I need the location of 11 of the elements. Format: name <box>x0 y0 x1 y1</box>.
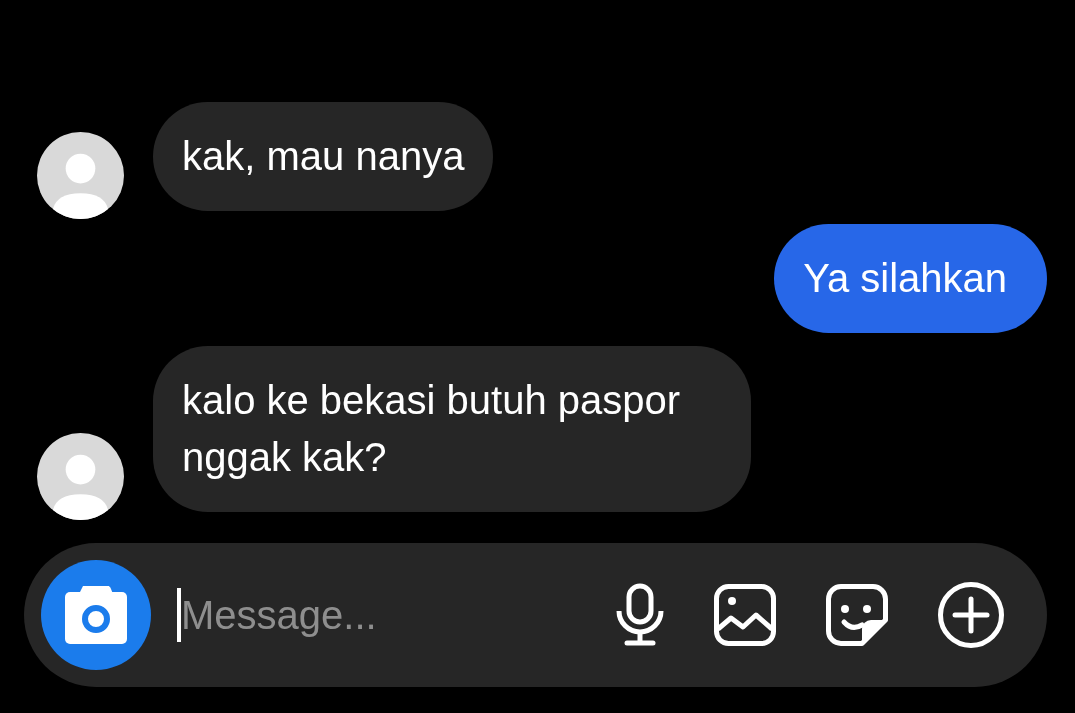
message-bubble: Ya silahkan <box>774 224 1047 333</box>
avatar-icon <box>37 433 124 520</box>
plus-icon[interactable] <box>938 582 1004 648</box>
image-icon[interactable] <box>714 584 776 646</box>
avatar-icon <box>37 132 124 219</box>
camera-icon <box>65 586 127 644</box>
message-field[interactable]: Message... <box>181 588 616 642</box>
microphone-icon[interactable] <box>616 583 664 647</box>
sticker-icon[interactable] <box>826 584 888 646</box>
message-bubble: kalo ke bekasi butuh paspor nggak kak? <box>153 346 751 512</box>
message-bubble: kak, mau nanya <box>153 102 494 211</box>
